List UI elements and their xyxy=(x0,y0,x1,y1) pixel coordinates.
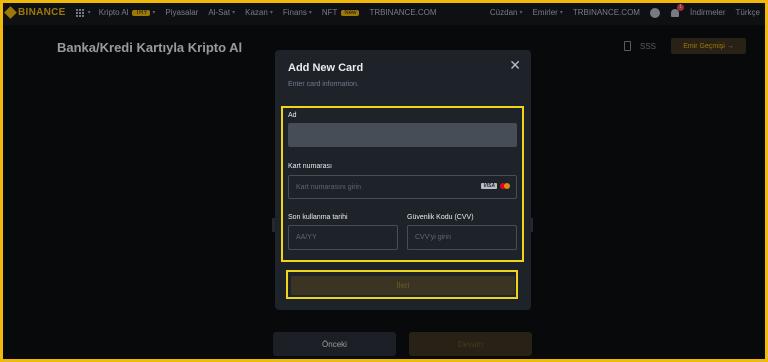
next-button[interactable]: İleri xyxy=(291,276,515,295)
modal-title: Add New Card xyxy=(288,62,364,74)
expiry-label: Son kullanma tarihi xyxy=(288,214,348,221)
cvv-placeholder: CVV'yi girin xyxy=(415,234,451,241)
cvv-label: Güvenlik Kodu (CVV) xyxy=(407,214,474,221)
expiry-input[interactable]: AA/YY xyxy=(288,225,398,250)
close-icon[interactable]: ✕ xyxy=(509,58,521,72)
modal-subtitle: Enter card information. xyxy=(288,81,359,88)
name-label: Ad xyxy=(288,112,297,119)
cvv-input[interactable]: CVV'yi girin xyxy=(407,225,517,250)
mastercard-icon xyxy=(500,183,511,189)
visa-icon: VISA xyxy=(481,183,497,189)
card-number-label: Kart numarası xyxy=(288,163,332,170)
card-number-placeholder: Kart numarasını girin xyxy=(296,183,361,191)
card-number-input[interactable]: Kart numarasını girin VISA xyxy=(288,175,517,199)
name-input[interactable] xyxy=(288,123,517,147)
expiry-placeholder: AA/YY xyxy=(296,234,317,241)
